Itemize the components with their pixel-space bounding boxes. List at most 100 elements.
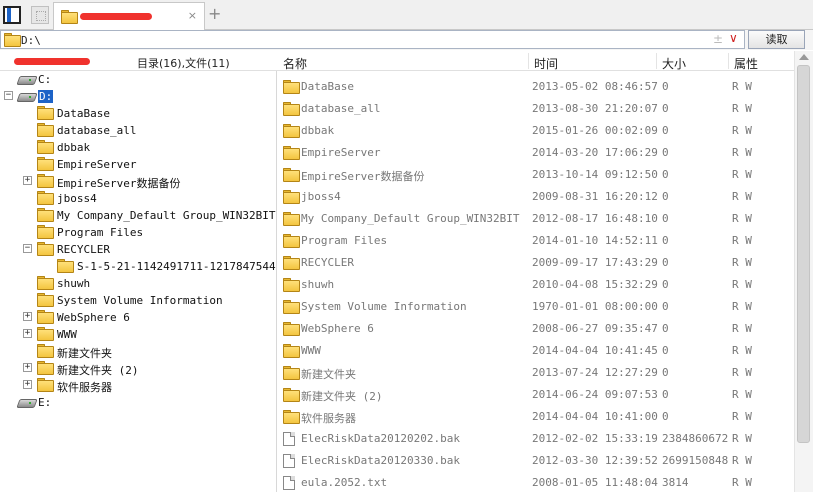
tab-placeholder-icon[interactable] <box>31 6 49 24</box>
list-item[interactable]: 软件服务器 2014-04-04 10:41:00 0 R W <box>277 405 794 427</box>
path-input[interactable]: D:\ ± ∨ <box>0 30 745 49</box>
list-item[interactable]: dbbak 2015-01-26 00:02:09 0 R W <box>277 119 794 141</box>
collapse-icon[interactable]: − <box>4 91 13 100</box>
file-attr: R W <box>732 124 752 137</box>
file-name: WebSphere 6 <box>301 322 374 335</box>
list-item[interactable]: jboss4 2009-08-31 16:20:12 0 R W <box>277 185 794 207</box>
tree-item[interactable]: My Company_Default Group_WIN32BIT <box>0 207 276 224</box>
collapse-icon[interactable]: − <box>23 244 32 253</box>
tree-item[interactable]: Program Files <box>0 224 276 241</box>
tree-item[interactable]: − RECYCLER <box>0 241 276 258</box>
column-attr[interactable]: 属性 <box>734 55 758 72</box>
file-attr: R W <box>732 366 752 379</box>
list-item[interactable]: WWW 2014-04-04 10:41:45 0 R W <box>277 339 794 361</box>
list-item[interactable]: 新建文件夹 2013-07-24 12:27:29 0 R W <box>277 361 794 383</box>
file-time: 2013-05-02 08:46:57 <box>532 80 658 93</box>
list-item[interactable]: DataBase 2013-05-02 08:46:57 0 R W <box>277 75 794 97</box>
scroll-up-icon[interactable] <box>799 54 809 60</box>
column-size[interactable]: 大小 <box>662 55 686 72</box>
tab-bar: × + <box>0 0 813 30</box>
file-size: 0 <box>662 388 669 401</box>
tree-item[interactable]: + EmpireServer数据备份 <box>0 173 276 190</box>
file-attr: R W <box>732 344 752 357</box>
folder-icon <box>37 140 54 154</box>
list-item[interactable]: My Company_Default Group_WIN32BIT 2012-08… <box>277 207 794 229</box>
toggle-panel-icon[interactable] <box>3 6 21 24</box>
file-time: 2012-02-02 15:33:19 <box>532 432 658 445</box>
tab-active[interactable]: × <box>53 2 205 30</box>
folder-icon <box>283 344 300 358</box>
tree-item[interactable]: System Volume Information <box>0 292 276 309</box>
list-item[interactable]: 新建文件夹 (2) 2014-06-24 09:07:53 0 R W <box>277 383 794 405</box>
list-item[interactable]: WebSphere 6 2008-06-27 09:35:47 0 R W <box>277 317 794 339</box>
list-item[interactable]: System Volume Information 1970-01-01 08:0… <box>277 295 794 317</box>
expand-icon[interactable]: + <box>23 380 32 389</box>
list-item[interactable]: Program Files 2014-01-10 14:52:11 0 R W <box>277 229 794 251</box>
add-tab-button[interactable]: + <box>208 4 221 23</box>
folder-icon <box>283 388 300 402</box>
redacted-tab-title <box>80 13 152 20</box>
tree-item[interactable]: DataBase <box>0 105 276 122</box>
list-item[interactable]: database_all 2013-08-30 21:20:07 0 R W <box>277 97 794 119</box>
scroll-thumb[interactable] <box>797 65 810 443</box>
file-list: DataBase 2013-05-02 08:46:57 0 R Wdatabase_… <box>277 71 794 492</box>
folder-icon <box>37 293 54 307</box>
file-time: 2008-06-27 09:35:47 <box>532 322 658 335</box>
folder-icon <box>283 168 300 182</box>
file-time: 2014-01-10 14:52:11 <box>532 234 658 247</box>
file-name: RECYCLER <box>301 256 354 269</box>
list-item[interactable]: ElecRiskData20120202.bak 2012-02-02 15:33… <box>277 427 794 449</box>
list-item[interactable]: RECYCLER 2009-09-17 17:43:29 0 R W <box>277 251 794 273</box>
column-time[interactable]: 时间 <box>534 55 558 72</box>
column-divider <box>656 53 657 69</box>
file-size: 0 <box>662 256 669 269</box>
tree-item[interactable]: dbbak <box>0 139 276 156</box>
file-name: 新建文件夹 (2) <box>301 390 383 403</box>
tree-item[interactable]: jboss4 <box>0 190 276 207</box>
vertical-scrollbar[interactable] <box>794 51 813 492</box>
list-item[interactable]: EmpireServer 2014-03-20 17:06:29 0 R W <box>277 141 794 163</box>
file-size: 0 <box>662 300 669 313</box>
tree-item-label: 新建文件夹 <box>57 347 112 360</box>
folder-icon <box>57 259 74 273</box>
read-button[interactable]: 读取 <box>748 30 805 49</box>
tree-item[interactable]: − D: <box>0 88 276 105</box>
file-size: 0 <box>662 168 669 181</box>
list-item[interactable]: ElecRiskData20120330.bak 2012-03-30 12:39… <box>277 449 794 471</box>
tree-item[interactable]: shuwh <box>0 275 276 292</box>
tree-item[interactable]: E: <box>0 394 276 411</box>
tree-item[interactable]: EmpireServer <box>0 156 276 173</box>
file-name: 新建文件夹 <box>301 368 356 381</box>
tree-item-label: DataBase <box>57 107 110 120</box>
close-icon[interactable]: × <box>188 9 197 22</box>
folder-icon <box>283 234 300 248</box>
tree-item[interactable]: S-1-5-21-1142491711-1217847544-234 <box>0 258 276 275</box>
expand-icon[interactable]: + <box>23 363 32 372</box>
chevron-down-icon[interactable]: ∨ <box>729 31 738 45</box>
plus-minus-icon[interactable]: ± <box>713 32 723 46</box>
list-item[interactable]: eula.2052.txt 2008-01-05 11:48:04 3814 R W <box>277 471 794 492</box>
expand-icon[interactable]: + <box>23 312 32 321</box>
file-time: 2014-04-04 10:41:45 <box>532 344 658 357</box>
folder-icon <box>37 361 54 375</box>
tree-item[interactable]: database_all <box>0 122 276 139</box>
file-name: My Company_Default Group_WIN32BIT <box>301 212 520 225</box>
list-item[interactable]: EmpireServer数据备份 2013-10-14 09:12:50 0 R W <box>277 163 794 185</box>
tree-item[interactable]: + 新建文件夹 (2) <box>0 360 276 377</box>
folder-icon <box>37 276 54 290</box>
list-header: 名称 时间 大小 属性 <box>277 51 794 71</box>
expand-icon[interactable]: + <box>23 176 32 185</box>
tree-item[interactable]: + WebSphere 6 <box>0 309 276 326</box>
tree-header: 目录(16),文件(11) <box>0 51 277 71</box>
tree-item-label: My Company_Default Group_WIN32BIT <box>57 209 276 222</box>
tree-item[interactable]: C: <box>0 71 276 88</box>
list-item[interactable]: shuwh 2010-04-08 15:32:29 0 R W <box>277 273 794 295</box>
tree-item[interactable]: + WWW <box>0 326 276 343</box>
expand-icon[interactable]: + <box>23 329 32 338</box>
drive-icon <box>18 74 34 84</box>
tree-item[interactable]: 新建文件夹 <box>0 343 276 360</box>
column-name[interactable]: 名称 <box>283 55 307 72</box>
file-time: 2013-10-14 09:12:50 <box>532 168 658 181</box>
file-attr: R W <box>732 146 752 159</box>
tree-item[interactable]: + 软件服务器 <box>0 377 276 394</box>
